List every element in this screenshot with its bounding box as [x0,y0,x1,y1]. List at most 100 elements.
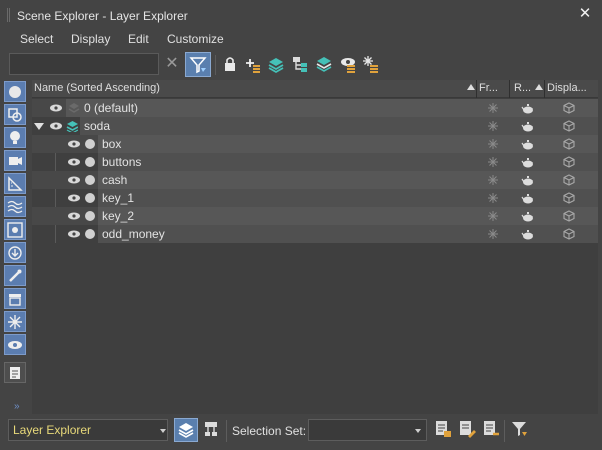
eye-icon[interactable] [68,229,80,239]
freeze-button[interactable] [361,54,381,74]
eye-icon[interactable] [68,139,80,149]
eye-icon[interactable] [68,157,80,167]
object-row[interactable]: key_1 [32,189,598,207]
sort-by-layer-button[interactable] [174,418,198,442]
search-input[interactable] [9,53,159,75]
column-name-header[interactable]: Name (Sorted Ascending) [34,82,160,94]
filter-xref-button[interactable] [4,242,26,263]
column-display-header[interactable]: Displa... [547,82,587,94]
object-row[interactable]: cash [32,171,598,189]
select-in-layer-button[interactable] [290,54,310,74]
selection-set-dropdown[interactable] [308,419,427,441]
render-teapot-icon[interactable] [521,228,533,240]
menu-customize[interactable]: Customize [167,32,224,46]
layers-icon [178,423,194,438]
render-teapot-icon[interactable] [521,156,533,168]
filter-bone-button[interactable] [4,265,26,286]
layer-row[interactable]: 0 (default) [32,99,598,117]
freeze-snowflake-icon[interactable] [487,102,499,114]
layer-row[interactable]: soda [32,117,598,135]
freeze-icon [363,56,378,73]
object-row[interactable]: key_2 [32,207,598,225]
filter-light-button[interactable] [4,127,26,148]
clear-search-button[interactable]: ✕ [162,53,182,75]
column-render-header[interactable]: R... [514,82,531,94]
column-divider[interactable] [476,80,477,98]
drag-grip[interactable] [7,8,10,22]
display-box-icon[interactable] [563,138,575,150]
object-row[interactable]: buttons [32,153,598,171]
object-row[interactable]: odd_money [32,225,598,243]
column-frozen-header[interactable]: Fr... [479,82,498,94]
selection-set-label: Selection Set: [232,424,307,438]
display-box-icon[interactable] [563,192,575,204]
freeze-snowflake-icon[interactable] [487,120,499,132]
menu-select[interactable]: Select [20,32,53,46]
hide-button[interactable] [338,54,358,74]
filter-helper-button[interactable] [4,173,26,194]
display-box-icon[interactable] [563,210,575,222]
remove-selection-set-button[interactable] [480,418,504,442]
filter-camera-button[interactable] [4,150,26,171]
filter-geometry-button[interactable] [4,81,26,102]
geometry-icon [9,86,21,98]
layers-button[interactable] [314,54,334,74]
explorer-type-dropdown[interactable]: Layer Explorer [8,419,168,441]
sort-by-hierarchy-button[interactable] [200,418,224,442]
filter-toggle-button[interactable] [185,52,211,77]
column-divider[interactable] [544,80,545,98]
xref-icon [8,246,22,260]
lock-button[interactable] [220,54,240,74]
eye-icon[interactable] [50,103,62,113]
display-box-icon[interactable] [563,120,575,132]
freeze-snowflake-icon[interactable] [487,210,499,222]
render-teapot-icon[interactable] [521,138,533,150]
display-box-icon[interactable] [563,174,575,186]
freeze-snowflake-icon[interactable] [487,138,499,150]
render-teapot-icon[interactable] [521,192,533,204]
render-teapot-icon[interactable] [521,102,533,114]
filter-container-button[interactable] [4,288,26,309]
menu-edit[interactable]: Edit [128,32,149,46]
filter-frozen-button[interactable] [4,311,26,332]
filter-hidden-button[interactable] [4,334,26,355]
object-row[interactable]: box [32,135,598,153]
status-separator [226,420,227,442]
column-divider[interactable] [509,80,510,98]
eye-icon[interactable] [68,175,80,185]
expand-triangle-icon[interactable] [34,123,44,130]
display-box-icon[interactable] [563,102,575,114]
explorer-type-value: Layer Explorer [13,423,92,437]
display-box-icon[interactable] [563,228,575,240]
lock-icon [225,57,235,71]
edit-selection-set-button[interactable] [456,418,480,442]
freeze-snowflake-icon[interactable] [487,228,499,240]
add-to-layer-button[interactable] [266,54,286,74]
render-teapot-icon[interactable] [521,174,533,186]
display-filter-button[interactable] [508,418,532,442]
new-layer-button[interactable] [243,54,263,74]
layer-tree[interactable]: Name (Sorted Ascending) Fr... R... Displ… [32,80,598,414]
row-label: key_1 [102,191,135,205]
frozen-icon [8,315,22,329]
display-box-icon[interactable] [563,156,575,168]
eye-icon[interactable] [68,193,80,203]
close-button[interactable]: ✕ [577,6,593,22]
eye-icon[interactable] [50,121,62,131]
filter-group-button[interactable] [4,219,26,240]
freeze-snowflake-icon[interactable] [487,156,499,168]
render-teapot-icon[interactable] [521,210,533,222]
new-selection-set-button[interactable] [432,418,456,442]
render-teapot-icon[interactable] [521,120,533,132]
freeze-snowflake-icon[interactable] [487,174,499,186]
object-geometry-icon [85,175,95,185]
filter-spacewarp-button[interactable] [4,196,26,217]
filter-document-button[interactable] [4,362,26,383]
freeze-snowflake-icon[interactable] [487,192,499,204]
filter-shape-button[interactable] [4,104,26,125]
menu-display[interactable]: Display [71,32,110,46]
more-filters-chevron-icon[interactable]: » [14,401,20,412]
active-layer-icon [66,121,78,132]
eye-icon[interactable] [68,211,80,221]
container-icon [9,294,21,306]
